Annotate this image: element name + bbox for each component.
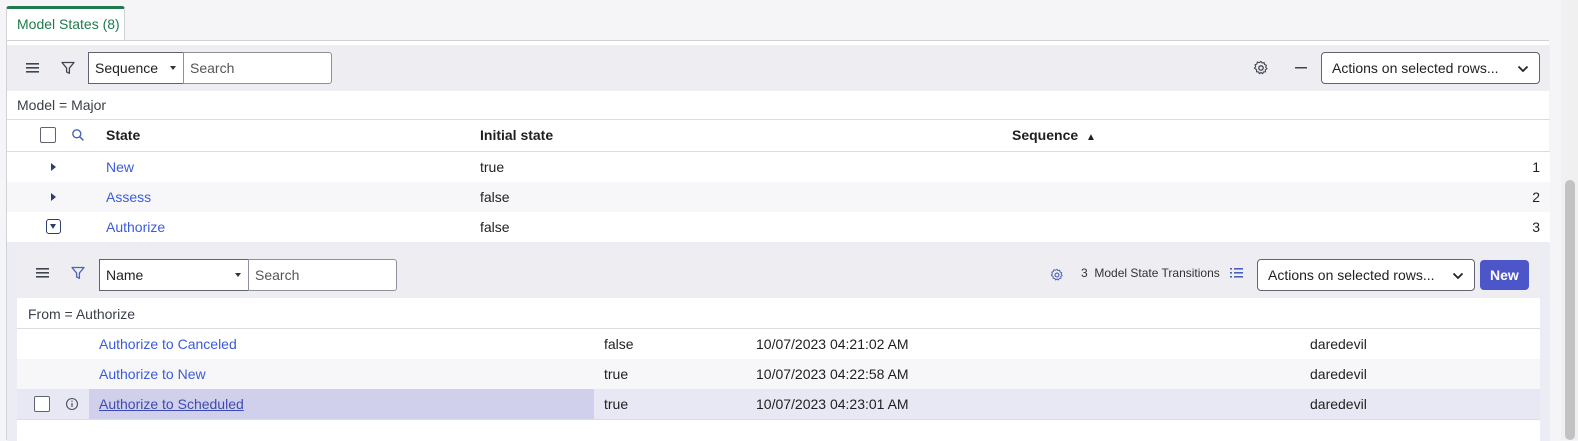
nested-search-placeholder: Search — [255, 267, 300, 283]
transition-link[interactable]: Authorize to Canceled — [99, 329, 237, 359]
state-link[interactable]: Assess — [106, 182, 151, 212]
search-field-select[interactable]: Sequence — [88, 52, 184, 84]
transition-updated-cell: 10/07/2023 04:22:58 AM — [756, 366, 909, 382]
transition-user-cell: daredevil — [1310, 396, 1367, 412]
nested-actions-label: Actions on selected rows... — [1268, 267, 1435, 283]
state-link[interactable]: New — [106, 152, 134, 182]
search-field-value: Sequence — [95, 60, 159, 76]
nested-actions-select[interactable]: Actions on selected rows... — [1257, 259, 1475, 291]
table-row: New true 1 — [7, 152, 1550, 182]
vertical-scrollbar[interactable] — [1561, 0, 1578, 440]
sequence-cell: 2 — [1532, 189, 1540, 205]
nested-search-input[interactable]: Search — [248, 259, 397, 291]
filter-breadcrumb[interactable]: Model = Major — [17, 97, 106, 113]
nested-table-row: Authorize to Canceled false 10/07/2023 0… — [17, 329, 1540, 359]
column-header-sequence-label: Sequence — [1012, 127, 1079, 143]
initial-state-cell: true — [480, 159, 505, 175]
transition-user-cell: daredevil — [1310, 366, 1367, 382]
info-icon[interactable] — [62, 394, 82, 414]
row-checkbox[interactable] — [34, 396, 50, 412]
table-row: Assess false 2 — [7, 182, 1550, 212]
related-list-panel: Sequence Search Actions on selected rows… — [6, 40, 1550, 441]
new-button-label: New — [1490, 267, 1519, 283]
table-header: State Initial state Sequence ▲ — [7, 120, 1550, 151]
transition-updated-cell: 10/07/2023 04:23:01 AM — [756, 396, 909, 412]
record-count-label: Model State Transitions — [1094, 266, 1220, 280]
sort-ascending-icon[interactable]: ▲ — [1086, 132, 1096, 143]
sequence-cell: 3 — [1532, 219, 1540, 235]
sequence-cell: 1 — [1532, 159, 1540, 175]
initial-state-cell: false — [480, 189, 510, 205]
list-toolbar: Sequence Search Actions on selected rows… — [7, 45, 1550, 91]
record-count-number: 3 — [1081, 266, 1088, 280]
transition-link[interactable]: Authorize to Scheduled — [99, 389, 244, 419]
transition-flag-cell: false — [604, 336, 634, 352]
chevron-down-icon — [1516, 62, 1530, 79]
filter-icon[interactable] — [68, 263, 88, 283]
nested-related-list: Name Search 3 Model State Transitions Ac… — [7, 242, 1550, 441]
record-count: 3 Model State Transitions — [1081, 266, 1220, 280]
search-input[interactable]: Search — [183, 52, 332, 84]
nested-filter-breadcrumb[interactable]: From = Authorize — [28, 306, 135, 322]
select-all-checkbox[interactable] — [40, 127, 56, 143]
list-menu-icon[interactable] — [33, 263, 53, 283]
filter-icon[interactable] — [58, 58, 78, 78]
gear-icon[interactable] — [1047, 265, 1067, 285]
state-link[interactable]: Authorize — [106, 212, 165, 242]
chevron-down-icon — [235, 273, 241, 277]
divider — [17, 419, 1540, 420]
nested-search-field-select[interactable]: Name — [99, 259, 249, 291]
nested-list-container: Name Search 3 Model State Transitions Ac… — [17, 248, 1540, 441]
chevron-down-icon — [1451, 269, 1465, 286]
table-row-expanded: Authorize false 3 — [7, 212, 1550, 242]
tab-label: Model States (8) — [17, 16, 120, 32]
search-icon[interactable] — [68, 125, 88, 145]
nested-table-row: Authorize to New true 10/07/2023 04:22:5… — [17, 359, 1540, 389]
transition-updated-cell: 10/07/2023 04:21:02 AM — [756, 336, 909, 352]
nested-filter-text: From = Authorize — [28, 306, 135, 322]
list-view-icon[interactable] — [1227, 263, 1247, 283]
transition-flag-cell: true — [604, 366, 629, 382]
collapse-icon[interactable] — [1291, 58, 1311, 78]
new-button[interactable]: New — [1480, 260, 1529, 290]
column-header-sequence[interactable]: Sequence ▲ — [1012, 120, 1096, 150]
nested-toolbar: Name Search 3 Model State Transitions Ac… — [17, 248, 1540, 298]
scrollbar-thumb[interactable] — [1565, 180, 1575, 440]
gear-icon[interactable] — [1251, 58, 1271, 78]
nested-search-field-value: Name — [106, 267, 144, 283]
column-header-initial-state[interactable]: Initial state — [480, 120, 553, 150]
nested-table-row-hovered: Authorize to Scheduled true 10/07/2023 0… — [17, 389, 1540, 419]
actions-label: Actions on selected rows... — [1332, 60, 1499, 76]
initial-state-cell: false — [480, 219, 510, 235]
column-header-state[interactable]: State — [106, 120, 140, 150]
actions-select[interactable]: Actions on selected rows... — [1321, 52, 1540, 84]
chevron-down-icon — [170, 66, 176, 70]
transition-user-cell: daredevil — [1310, 336, 1367, 352]
transition-link[interactable]: Authorize to New — [99, 359, 206, 389]
transition-flag-cell: true — [604, 396, 629, 412]
filter-text: Model = Major — [17, 97, 107, 113]
expand-row-icon[interactable] — [51, 193, 56, 201]
list-menu-icon[interactable] — [23, 58, 43, 78]
collapse-row-icon[interactable] — [46, 219, 61, 234]
tab-model-states[interactable]: Model States (8) — [6, 6, 125, 41]
search-placeholder: Search — [190, 60, 235, 76]
expand-row-icon[interactable] — [51, 163, 56, 171]
